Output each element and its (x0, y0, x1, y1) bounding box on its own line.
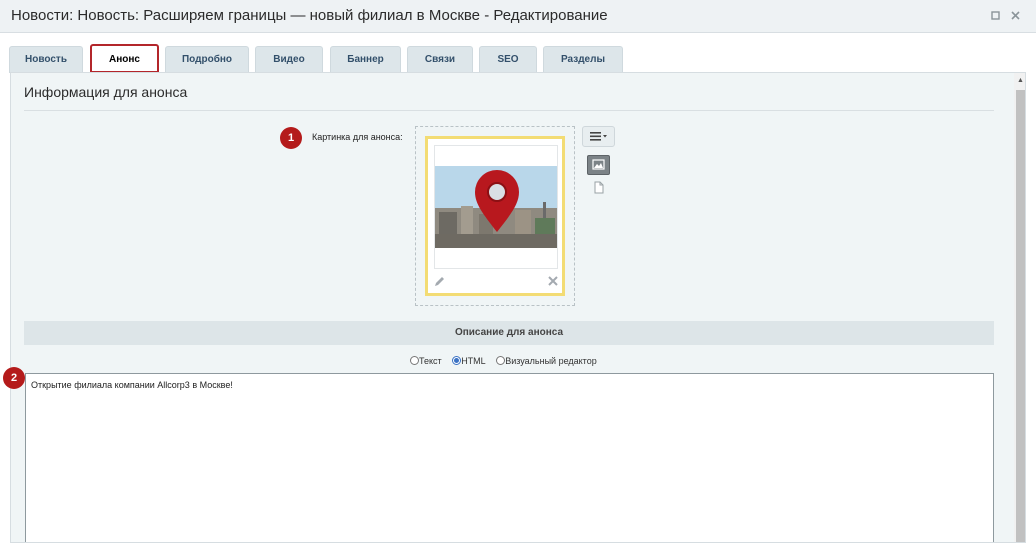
tab-announcement[interactable]: Анонс (90, 44, 159, 73)
description-header: Описание для анонса (24, 321, 994, 345)
mode-html-radio[interactable] (452, 356, 462, 365)
vertical-scrollbar[interactable]: ▲ (1014, 73, 1025, 542)
hamburger-menu-icon (589, 129, 609, 144)
tab-video[interactable]: Видео (255, 46, 323, 73)
image-icon (588, 159, 609, 178)
image-dropzone[interactable] (415, 126, 575, 306)
file-icon[interactable] (594, 181, 604, 194)
description-mode-switch: Текст HTML Визуальный редактор (410, 356, 605, 366)
image-menu-button[interactable] (582, 126, 615, 147)
scroll-up-icon[interactable]: ▲ (1014, 73, 1025, 89)
title-bar: Новости: Новость: Расширяем границы — но… (0, 0, 1036, 33)
section-title: Информация для анонса (24, 84, 188, 100)
tab-links[interactable]: Связи (407, 46, 473, 73)
image-card[interactable] (425, 136, 565, 296)
step-marker-1: 1 (280, 127, 302, 149)
tab-sections[interactable]: Разделы (543, 46, 623, 73)
tab-seo[interactable]: SEO (479, 46, 537, 73)
tab-bar: Новость Анонс Подробно Видео Баннер Связ… (0, 33, 1036, 73)
description-textarea[interactable]: Открытие филиала компании Allcorp3 в Мос… (25, 373, 994, 542)
section-divider (24, 110, 994, 111)
tab-banner[interactable]: Баннер (330, 46, 401, 73)
delete-image-icon[interactable] (548, 276, 558, 289)
mode-visual-option[interactable]: Визуальный редактор (496, 356, 597, 366)
mode-visual-radio[interactable] (496, 356, 506, 365)
preview-image-label: Картинка для анонса: (312, 132, 403, 142)
tab-content: Информация для анонса 1 Картинка для ано… (10, 72, 1026, 543)
scrollbar-thumb[interactable] (1016, 90, 1025, 542)
close-icon[interactable] (1011, 11, 1020, 23)
step-marker-2: 2 (3, 367, 25, 389)
edit-dialog: Новости: Новость: Расширяем границы — но… (0, 0, 1036, 543)
mode-html-option[interactable]: HTML (452, 356, 486, 366)
image-picker-button[interactable] (587, 155, 610, 175)
tab-news[interactable]: Новость (9, 46, 83, 73)
preview-image-thumbnail[interactable] (434, 145, 558, 269)
window-title: Новости: Новость: Расширяем границы — но… (11, 7, 608, 24)
mode-text-option[interactable]: Текст (410, 356, 442, 366)
tab-details[interactable]: Подробно (165, 46, 249, 73)
mode-text-radio[interactable] (410, 356, 419, 365)
maximize-icon[interactable] (991, 11, 1000, 23)
pencil-icon[interactable] (434, 276, 445, 290)
